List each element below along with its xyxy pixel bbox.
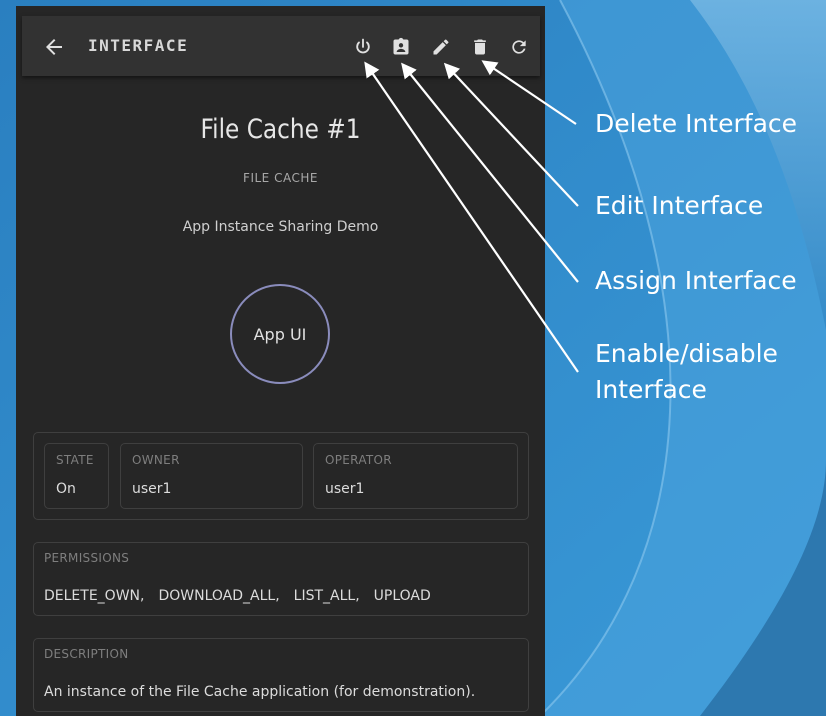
app-ui-button[interactable]: App UI bbox=[230, 284, 330, 384]
enable-disable-interface-callout: Enable/disable Interface bbox=[595, 339, 778, 404]
permission-item: UPLOAD bbox=[373, 588, 431, 604]
app-bar: INTERFACE bbox=[22, 16, 540, 76]
state-field: STATE On bbox=[44, 443, 109, 509]
operator-field: OPERATOR user1 bbox=[313, 443, 518, 509]
interface-title: File Cache #1 bbox=[200, 114, 361, 145]
permissions-box: PERMISSIONS DELETE_OWN, DOWNLOAD_ALL, LI… bbox=[33, 542, 529, 616]
permission-item: DELETE_OWN, bbox=[44, 588, 145, 604]
assign-interface-callout: Assign Interface bbox=[595, 266, 797, 295]
owner-value: user1 bbox=[132, 481, 172, 497]
permission-item: LIST_ALL, bbox=[293, 588, 360, 604]
state-value: On bbox=[56, 481, 76, 497]
permissions-list: DELETE_OWN, DOWNLOAD_ALL, LIST_ALL, UPLO… bbox=[44, 588, 445, 604]
description-label: DESCRIPTION bbox=[44, 647, 129, 661]
power-icon[interactable] bbox=[353, 37, 373, 57]
delete-trash-icon[interactable] bbox=[470, 37, 490, 57]
owner-label: OWNER bbox=[132, 453, 180, 467]
description-box: DESCRIPTION An instance of the File Cach… bbox=[33, 638, 529, 712]
permission-item: DOWNLOAD_ALL, bbox=[158, 588, 280, 604]
owner-field: OWNER user1 bbox=[120, 443, 303, 509]
refresh-icon[interactable] bbox=[509, 37, 529, 57]
back-arrow-icon[interactable] bbox=[42, 35, 66, 59]
interface-type: FILE CACHE bbox=[243, 171, 318, 185]
operator-value: user1 bbox=[325, 481, 365, 497]
edit-pencil-icon[interactable] bbox=[431, 37, 451, 57]
delete-interface-callout: Delete Interface bbox=[595, 109, 798, 138]
interface-app-name: App Instance Sharing Demo bbox=[182, 219, 379, 235]
description-text: An instance of the File Cache applicatio… bbox=[44, 684, 476, 700]
edit-interface-callout: Edit Interface bbox=[595, 191, 764, 220]
assignment-icon[interactable] bbox=[391, 37, 411, 57]
state-label: STATE bbox=[56, 453, 94, 467]
permissions-label: PERMISSIONS bbox=[44, 551, 130, 565]
operator-label: OPERATOR bbox=[325, 453, 392, 467]
phone-screen: INTERFACE File Cache #1 FILE CACHE App I… bbox=[16, 6, 545, 716]
app-bar-title: INTERFACE bbox=[88, 36, 189, 55]
